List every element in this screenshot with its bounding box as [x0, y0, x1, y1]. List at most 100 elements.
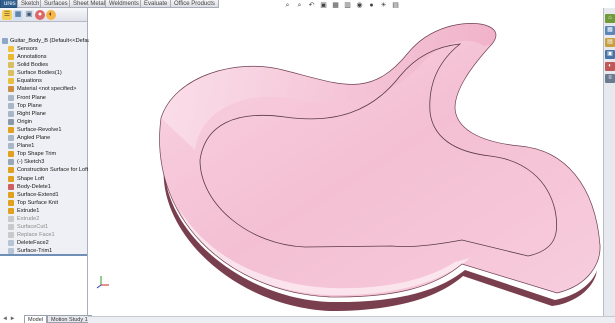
- loft-icon: [8, 175, 14, 182]
- feature-manager-tree-icon[interactable]: ☰: [2, 10, 12, 20]
- tree-item-label: Equations: [17, 78, 42, 85]
- tree-item-label: Top Shape Trim: [17, 151, 57, 158]
- tree-root-label: Guitar_Body_B (Default<<Defau: [10, 38, 91, 44]
- tab-office-products[interactable]: Office Products: [170, 0, 219, 8]
- origin-icon: [8, 118, 14, 125]
- tree-item[interactable]: Top Surface Knit: [0, 199, 87, 207]
- tree-item[interactable]: Equations: [0, 77, 87, 85]
- tree-item-label: Origin: [17, 118, 32, 125]
- equations-icon: [8, 78, 14, 85]
- tree-scroll-arrows[interactable]: ◄ ►: [2, 316, 16, 322]
- tree-item[interactable]: Right Plane: [0, 110, 87, 118]
- tree-item[interactable]: Sensors: [0, 45, 87, 53]
- tree-item[interactable]: Material <not specified>: [0, 85, 87, 93]
- tree-item-label: Top Plane: [17, 102, 42, 109]
- tree-item[interactable]: Construction Surface for Loft: [0, 166, 89, 174]
- extrude-icon: [8, 207, 14, 214]
- tree-item[interactable]: Extrude2: [0, 215, 87, 223]
- tree-item[interactable]: Extrude1: [0, 207, 87, 215]
- tree-item-label: Body-Delete1: [17, 183, 51, 190]
- plane-icon: [8, 110, 14, 117]
- tree-item[interactable]: Solid Bodies: [0, 61, 87, 69]
- section-view-icon[interactable]: ▣: [319, 2, 328, 10]
- tree-root[interactable]: Guitar_Body_B (Default<<Defau: [0, 37, 91, 45]
- surface-cut-icon: [8, 224, 14, 231]
- tree-item[interactable]: Front Plane: [0, 94, 87, 102]
- feature-tree: Guitar_Body_B (Default<<Defau Sensors Ann…: [0, 37, 91, 255]
- feature-manager-tabs: ☰ ▦ ▣ ● ◐: [0, 8, 87, 22]
- configuration-manager-icon[interactable]: ▣: [24, 10, 34, 20]
- surface-trim-icon: [8, 151, 14, 158]
- tree-item-label: Extrude2: [17, 215, 40, 222]
- tree-item-label: (-) Sketch3: [17, 159, 45, 166]
- tree-item-label: Construction Surface for Loft: [17, 167, 89, 174]
- view-orientation-icon[interactable]: ▦: [331, 2, 340, 10]
- graphics-area[interactable]: [89, 10, 603, 315]
- design-library-icon[interactable]: ▦: [605, 26, 615, 35]
- tree-item[interactable]: Shape Loft: [0, 175, 87, 183]
- tab-model[interactable]: Model: [24, 315, 47, 323]
- tree-item-label: Front Plane: [17, 94, 46, 101]
- tab-motion-study[interactable]: Motion Study 1: [46, 315, 92, 323]
- body-top-surface: [159, 23, 601, 298]
- tree-item[interactable]: Surface-Extend1: [0, 191, 87, 199]
- tree-item[interactable]: Replace Face1: [0, 231, 87, 239]
- material-icon: [8, 86, 14, 93]
- tree-item-label: Replace Face1: [17, 232, 55, 239]
- coordinate-triad-icon: [96, 276, 109, 289]
- tree-item[interactable]: Body-Delete1: [0, 183, 87, 191]
- tree-item-label: Surface-Extend1: [17, 191, 59, 198]
- tree-item-label: Right Plane: [17, 110, 46, 117]
- tree-item[interactable]: Top Shape Trim: [0, 150, 87, 158]
- file-explorer-icon[interactable]: ▤: [605, 38, 615, 47]
- tree-item[interactable]: Plane1: [0, 142, 87, 150]
- status-bar: [88, 316, 615, 323]
- view-settings-icon[interactable]: ▤: [391, 2, 400, 10]
- tree-item[interactable]: SurfaceCut1: [0, 223, 87, 231]
- plane-icon: [8, 94, 14, 101]
- display-style-icon[interactable]: ▥: [343, 2, 352, 10]
- tree-item-label: Surface-Revolve1: [17, 126, 62, 133]
- body-delete-icon: [8, 183, 14, 190]
- zoom-area-icon[interactable]: ⌕: [295, 2, 304, 10]
- surface-revolve-icon: [8, 126, 14, 133]
- tab-weldments[interactable]: Weldments: [105, 0, 143, 8]
- solidworks-resources-icon[interactable]: ⌂: [605, 14, 615, 23]
- feature-manager-panel: ☰ ▦ ▣ ● ◐ Guitar_Body_B (Default<<Defau …: [0, 8, 91, 323]
- view-palette-icon[interactable]: ▣: [605, 50, 615, 59]
- tree-item-label: DeleteFace2: [17, 240, 49, 247]
- sketch-icon: [8, 159, 14, 166]
- appearances-icon[interactable]: ◐: [605, 62, 615, 71]
- tree-item[interactable]: Surface Bodies(1): [0, 69, 87, 77]
- tree-item[interactable]: Surface-Revolve1: [0, 126, 87, 134]
- part-icon: [2, 38, 8, 44]
- tab-surfaces[interactable]: Surfaces: [40, 0, 72, 8]
- display-manager-icon[interactable]: ◐: [46, 10, 56, 20]
- tree-item[interactable]: (-) Sketch3: [0, 158, 87, 166]
- dimxpert-manager-icon[interactable]: ●: [35, 10, 45, 20]
- previous-view-icon[interactable]: ↶: [307, 2, 316, 10]
- tree-item[interactable]: Origin: [0, 118, 87, 126]
- tree-item-label: Solid Bodies: [17, 62, 49, 69]
- custom-properties-icon[interactable]: ≡: [605, 74, 615, 83]
- apply-scene-icon[interactable]: ☀: [379, 2, 388, 10]
- tree-item-label: Annotations: [17, 54, 47, 61]
- zoom-to-fit-icon[interactable]: ⌕: [283, 2, 292, 10]
- tree-item[interactable]: Top Plane: [0, 102, 87, 110]
- edit-appearance-icon[interactable]: ●: [367, 2, 376, 10]
- tree-item-label: Sensors: [17, 46, 38, 52]
- tree-item[interactable]: Annotations: [0, 53, 87, 61]
- hide-show-icon[interactable]: ◉: [355, 2, 364, 10]
- tree-item[interactable]: Angled Plane: [0, 134, 87, 142]
- surface-icon: [8, 167, 14, 174]
- surface-extend-icon: [8, 191, 14, 198]
- annotations-icon: [8, 54, 14, 61]
- tree-item-label: Material <not specified>: [17, 86, 77, 93]
- tab-sheet-metal[interactable]: Sheet Metal: [69, 0, 110, 8]
- property-manager-icon[interactable]: ▦: [13, 10, 23, 20]
- extrude-icon: [8, 215, 14, 222]
- plane-icon: [8, 102, 14, 109]
- tree-item[interactable]: DeleteFace2: [0, 239, 87, 247]
- guitar-body-model[interactable]: [89, 10, 603, 315]
- tab-evaluate[interactable]: Evaluate: [140, 0, 172, 8]
